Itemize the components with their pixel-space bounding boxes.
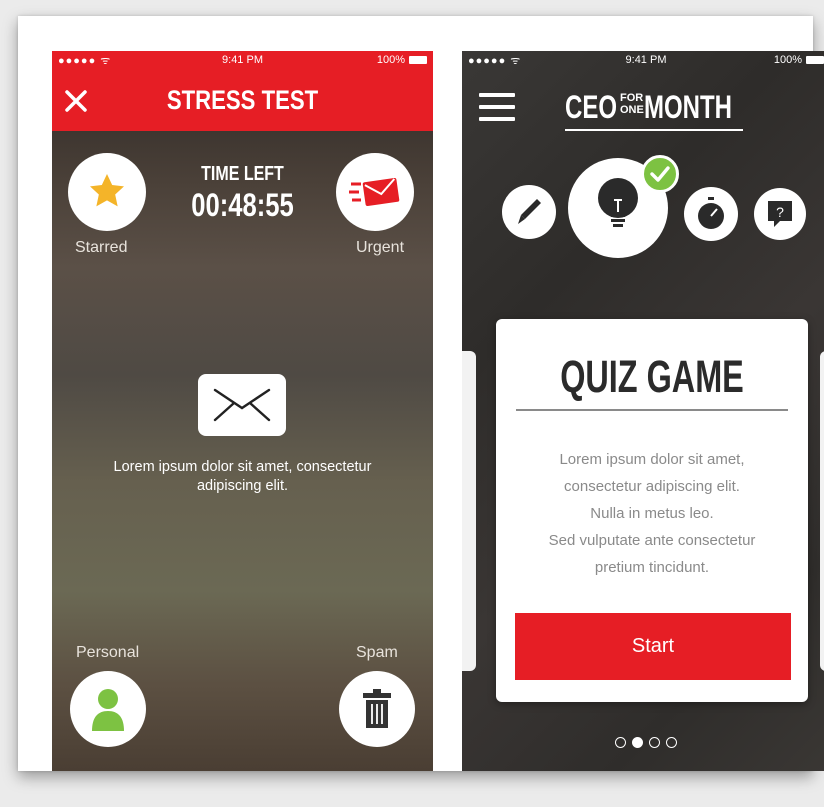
page-dot[interactable] [615,737,626,748]
message-card[interactable] [198,374,286,436]
card-description: Lorem ipsum dolor sit amet, consectetur … [516,446,788,581]
completed-check-badge [641,155,679,193]
battery-icon [806,56,824,64]
page-dot[interactable] [666,737,677,748]
page-dot[interactable] [649,737,660,748]
description-line: consectetur adipiscing elit. [564,478,740,495]
urgent-label: Urgent [356,239,405,256]
description-line: pretium tincidunt. [594,559,710,576]
starred-label: Starred [75,239,128,256]
message-text: Lorem ipsum dolor sit amet, consectetur … [113,459,372,494]
status-bar: ●●●●● ᯤ 9:41 PM 100% [462,51,824,69]
battery-icon [409,56,427,64]
trash-icon [363,689,391,728]
description-line: Sed vulputate ante consectetur [548,532,756,549]
stopwatch-tool-button[interactable] [684,187,738,241]
logo-one: ONE [620,104,644,116]
logo-for: FOR [620,92,644,104]
pen-icon [518,199,541,224]
card-title: QUIZ GAME [560,351,744,402]
question-bubble-icon: ? [768,201,792,227]
logo-for-one: FOR ONE [620,92,644,116]
pen-tool-button[interactable] [502,185,556,239]
stopwatch-icon [698,197,724,229]
logo-ceo: CEO [565,89,618,125]
envelope-icon [213,388,271,422]
divider [516,409,788,411]
personal-button[interactable] [70,671,146,747]
menu-icon[interactable] [479,93,515,123]
next-card-peek[interactable] [820,351,824,671]
battery-percent: 100% [376,54,405,66]
spam-button[interactable] [339,671,415,747]
urgent-button[interactable] [336,153,414,231]
description-line: Lorem ipsum dolor sit amet, [559,451,745,468]
start-button[interactable]: Start [515,613,791,680]
person-icon [92,689,124,731]
spam-label: Spam [356,644,398,661]
logo-underline [565,129,743,131]
logo-month: MONTH [644,89,732,125]
battery-percent: 100% [773,54,802,66]
question-tool-button[interactable]: ? [754,188,806,240]
svg-text:?: ? [776,204,784,220]
page-dot-active[interactable] [632,737,643,748]
page-indicator [462,735,824,753]
status-time: 9:41 PM [222,54,263,66]
status-time: 9:41 PM [625,54,667,66]
urgent-mail-icon [349,178,400,206]
personal-label: Personal [76,644,140,661]
ceo-for-one-month-screen: ●●●●● ᯤ 9:41 PM 100% CEO FOR ONE MONTH ?… [462,51,824,771]
stress-test-screen: ●●●●● ᯤ 9:41 PM 100% STRESS TEST Starred… [52,51,433,771]
mockup-frame: ●●●●● ᯤ 9:41 PM 100% STRESS TEST Starred… [18,16,824,771]
lightbulb-icon [598,178,638,227]
description-line: Nulla in metus leo. [590,505,714,522]
quiz-game-card: QUIZ GAME Lorem ipsum dolor sit amet, co… [496,319,808,702]
page-title: STRESS TEST [166,85,319,115]
previous-card-peek[interactable] [462,351,476,671]
app-logo: CEO FOR ONE MONTH [565,89,747,131]
check-icon [650,166,670,182]
status-bar: ●●●●● ᯤ 9:41 PM 100% [52,51,433,69]
